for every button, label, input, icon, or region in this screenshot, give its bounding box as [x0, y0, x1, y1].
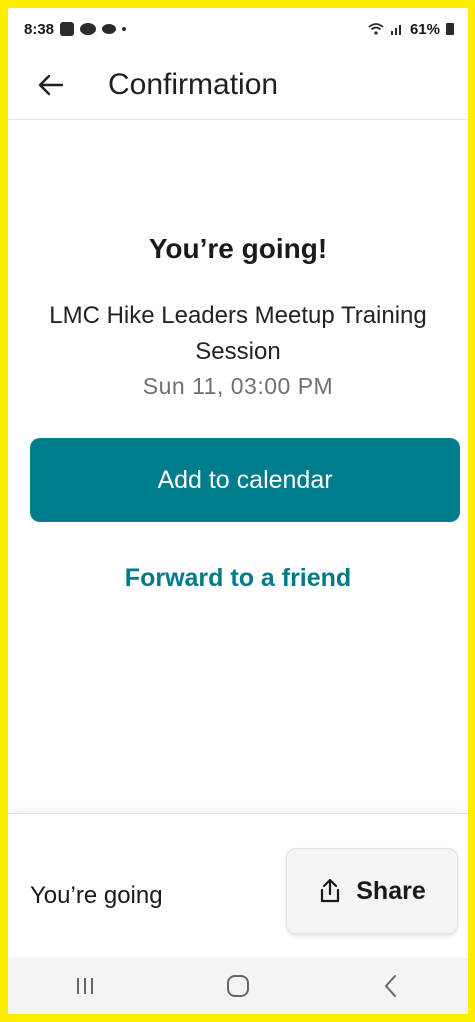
- notification-icon: [60, 22, 75, 36]
- battery-level: 61%: [409, 20, 440, 38]
- status-left: 8:38: [24, 20, 127, 38]
- add-to-calendar-button[interactable]: Add to calendar: [30, 438, 460, 522]
- app-icon: [80, 23, 97, 35]
- forward-to-friend-link[interactable]: Forward to a friend: [8, 564, 468, 593]
- back-button[interactable]: [22, 56, 80, 114]
- system-back-button[interactable]: [361, 964, 421, 1008]
- event-date: Sun 11, 03:00 PM: [142, 373, 334, 399]
- status-bar: 8:38 61%: [8, 8, 468, 50]
- dot-icon: [122, 27, 127, 31]
- back-icon: [385, 975, 397, 997]
- recent-apps-icon: [76, 978, 93, 994]
- home-icon: [226, 975, 249, 997]
- share-label: Share: [356, 876, 426, 905]
- wifi-icon: [368, 23, 384, 35]
- rsvp-status: You’re going: [30, 882, 163, 909]
- home-button[interactable]: [208, 964, 268, 1008]
- signal-icon: [390, 25, 401, 35]
- cloud-icon: [102, 24, 117, 34]
- bottom-action-bar: You’re going Share: [8, 813, 468, 959]
- confirmation-content: You’re going! LMC Hike Leaders Meetup Tr…: [8, 120, 468, 820]
- going-heading: You’re going!: [148, 233, 328, 264]
- phone-screen: 8:38 61% Confirmation You’re going! LMC …: [8, 8, 468, 1014]
- status-time: 8:38: [24, 20, 55, 38]
- status-right: 61%: [368, 21, 454, 38]
- app-bar: Confirmation: [8, 50, 468, 120]
- share-button[interactable]: Share: [286, 848, 458, 934]
- page-title: Confirmation: [108, 67, 279, 101]
- system-nav-bar: [8, 958, 468, 1014]
- battery-icon: [446, 23, 454, 35]
- arrow-left-icon: [38, 74, 64, 95]
- event-name: LMC Hike Leaders Meetup Training Session: [49, 302, 427, 365]
- share-icon: [321, 878, 340, 903]
- recent-apps-button[interactable]: [55, 964, 115, 1008]
